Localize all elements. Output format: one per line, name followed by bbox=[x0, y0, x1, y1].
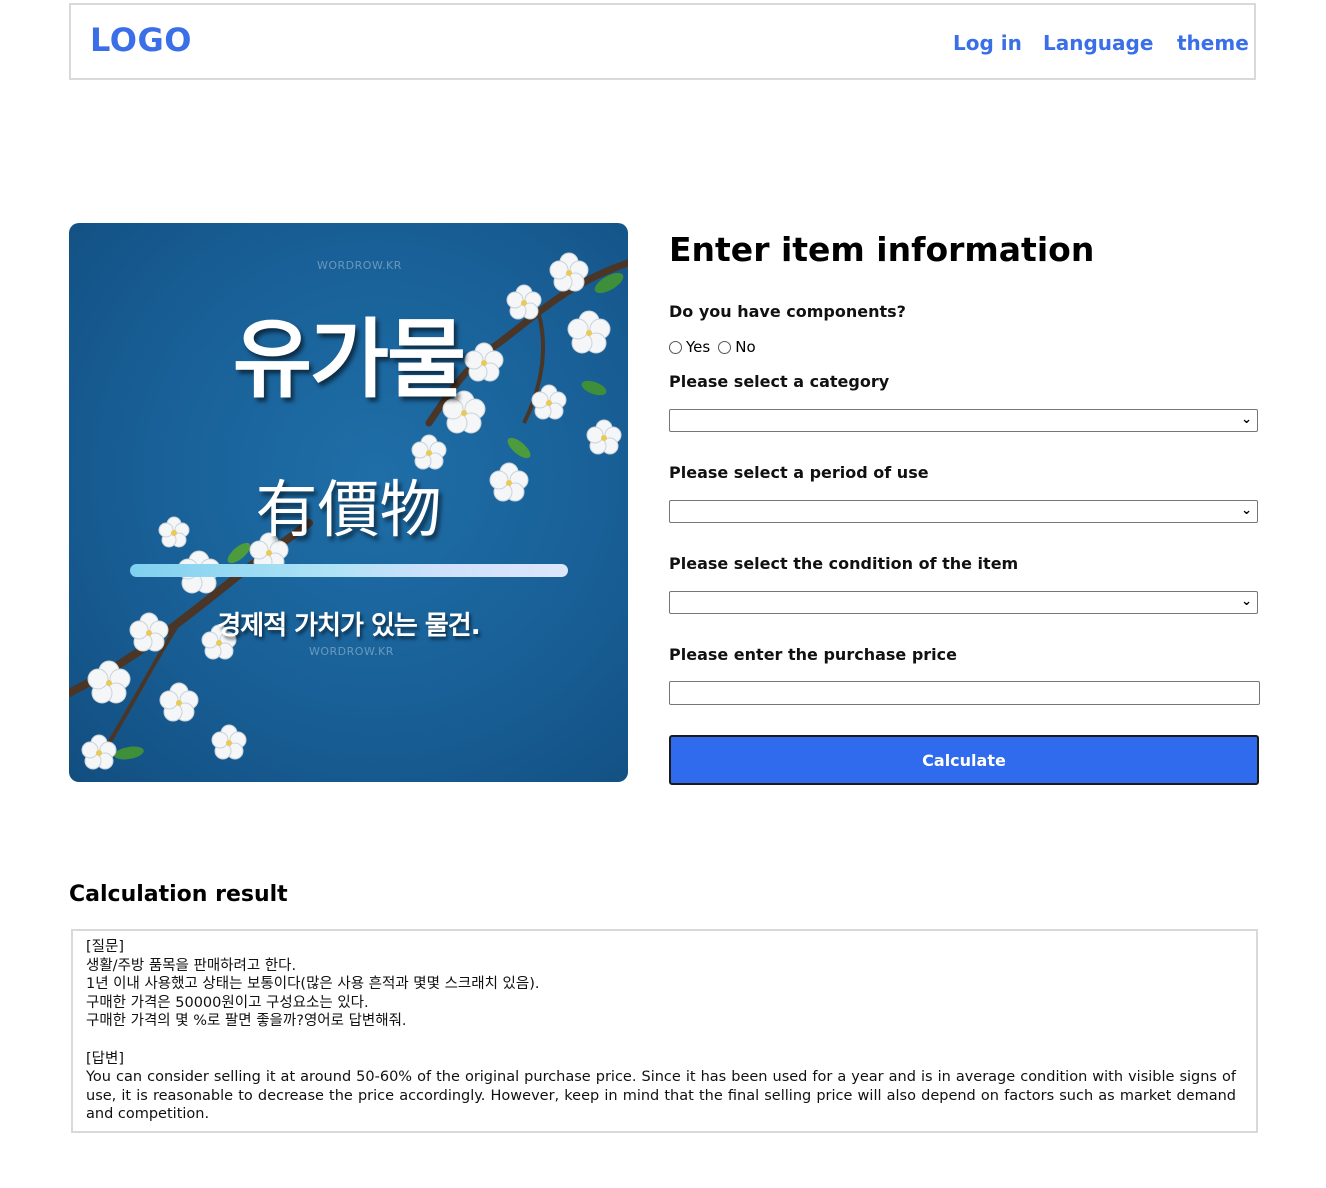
period-label: Please select a period of use bbox=[669, 463, 929, 482]
radio-no-label[interactable]: No bbox=[735, 338, 755, 356]
radio-yes-label[interactable]: Yes bbox=[686, 338, 710, 356]
logo[interactable]: LOGO bbox=[90, 21, 192, 59]
nav-theme-link[interactable]: theme bbox=[1177, 31, 1249, 55]
watermark-bottom: WORDROW.KR bbox=[309, 645, 394, 658]
nav-language-link[interactable]: Language bbox=[1043, 31, 1153, 55]
hero-title-hanja: 有價物 bbox=[255, 473, 442, 546]
period-select[interactable]: ⌄ bbox=[669, 500, 1258, 523]
condition-label: Please select the condition of the item bbox=[669, 554, 1019, 573]
watermark-top: WORDROW.KR bbox=[317, 259, 402, 272]
components-label: Do you have components? bbox=[669, 302, 906, 321]
question-line: 1년 이내 사용했고 상태는 보통이다(많은 사용 흔적과 몇몇 스크래치 있음… bbox=[86, 976, 540, 993]
chevron-down-icon: ⌄ bbox=[1241, 503, 1252, 518]
hero-subtitle: 경제적 가치가 있는 물건. bbox=[217, 611, 480, 641]
radio-yes[interactable] bbox=[669, 340, 682, 354]
components-radio-group: Yes No bbox=[669, 338, 760, 356]
answer-text: You can consider selling it at around 50… bbox=[86, 1069, 1241, 1123]
chevron-down-icon: ⌄ bbox=[1241, 594, 1252, 609]
category-select[interactable]: ⌄ bbox=[669, 409, 1258, 432]
nav-login-link[interactable]: Log in bbox=[953, 31, 1022, 55]
hero-image: WORDROW.KR 유가물 有價物 경제적 가치가 있는 물건. WORDRO… bbox=[69, 223, 628, 782]
calculate-button[interactable]: Calculate bbox=[669, 735, 1259, 785]
chevron-down-icon: ⌄ bbox=[1241, 412, 1252, 427]
category-label: Please select a category bbox=[669, 372, 890, 391]
purchase-price-input[interactable] bbox=[669, 681, 1260, 705]
condition-select[interactable]: ⌄ bbox=[669, 591, 1258, 614]
site-header: LOGO Log in Language theme bbox=[69, 3, 1256, 80]
question-header: [질문] bbox=[86, 939, 124, 955]
question-line: 구매한 가격의 몇 %로 팔면 좋을까?영어로 답변해줘. bbox=[86, 1013, 407, 1030]
result-title: Calculation result bbox=[69, 882, 288, 907]
question-line: 구매한 가격은 50000원이고 구성요소는 있다. bbox=[86, 994, 369, 1011]
answer-header: [답변] bbox=[86, 1050, 124, 1067]
result-textarea[interactable]: [질문] 생활/주방 품목을 판매하려고 한다. 1년 이내 사용했고 상태는 … bbox=[71, 929, 1258, 1133]
hero-divider-bar bbox=[130, 564, 568, 577]
question-line: 생활/주방 품목을 판매하려고 한다. bbox=[86, 957, 297, 974]
price-label: Please enter the purchase price bbox=[669, 645, 957, 664]
form-title: Enter item information bbox=[669, 230, 1095, 269]
hero-title-korean: 유가물 bbox=[232, 310, 466, 410]
radio-no[interactable] bbox=[718, 340, 732, 354]
